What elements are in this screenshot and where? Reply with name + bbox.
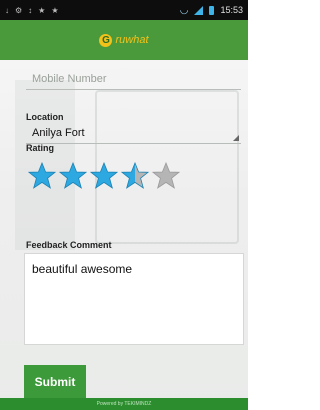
rating-stars[interactable] (28, 162, 180, 190)
app-logo-text: ruwhat (115, 34, 149, 46)
location-value: Anilya Fort (32, 127, 85, 139)
status-left-icons: ↓ ⚙ ↕ ★ ★ (5, 6, 59, 15)
rating-star-icon[interactable] (152, 162, 180, 190)
download-icon: ↓ (5, 5, 9, 15)
submit-button[interactable]: Submit (24, 365, 86, 398)
usb-icon: ↕ (28, 5, 33, 15)
feedback-comment-textarea[interactable]: beautiful awesome (24, 253, 244, 345)
feedback-label: Feedback Comment (26, 240, 112, 250)
location-select[interactable]: Anilya Fort (26, 124, 241, 144)
status-bar: ↓ ⚙ ↕ ★ ★ ◡ 15:53 (0, 0, 248, 20)
app-logo-icon: G (99, 33, 113, 47)
rating-star-icon[interactable] (90, 162, 118, 190)
settings-icon: ⚙ (15, 5, 23, 15)
app-bar: G ruwhat (0, 20, 248, 60)
powered-by-footer: Powered by TEKIMINDZ (0, 398, 248, 410)
status-time: 15:53 (220, 5, 243, 15)
signal-icon (194, 5, 204, 15)
rating-label: Rating (26, 143, 54, 153)
rating-star-icon[interactable] (121, 162, 149, 190)
feedback-form: Mobile Number Location Anilya Fort Ratin… (0, 60, 248, 410)
wifi-icon: ◡ (179, 4, 189, 16)
mobile-number-input[interactable]: Mobile Number (26, 68, 241, 90)
location-label: Location (26, 112, 64, 122)
rating-star-icon[interactable] (28, 162, 56, 190)
notification-icon-2: ★ (51, 5, 59, 15)
status-right-icons: ◡ 15:53 (180, 5, 243, 16)
battery-icon (209, 5, 215, 15)
dropdown-arrow-icon (233, 135, 239, 141)
rating-star-icon[interactable] (59, 162, 87, 190)
notification-icon: ★ (38, 5, 46, 15)
